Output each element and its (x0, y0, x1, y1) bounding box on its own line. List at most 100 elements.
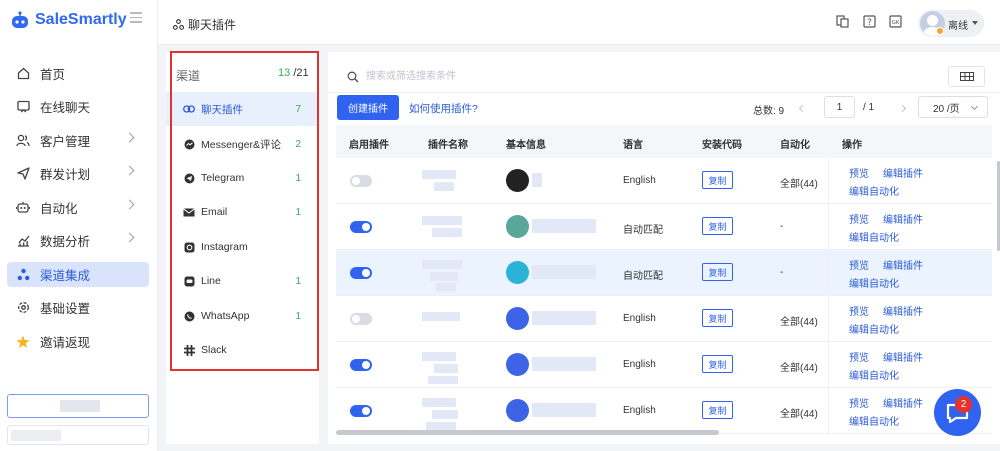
basic-info-redacted (532, 265, 596, 279)
plugin-avatar (506, 353, 529, 376)
nav-item-home[interactable]: 首页 (7, 61, 149, 86)
enable-toggle[interactable] (350, 267, 372, 279)
enable-toggle[interactable] (350, 359, 372, 371)
nav-label: 邀请返现 (40, 336, 91, 350)
menu-collapse-icon[interactable] (130, 12, 142, 23)
nav-item-chat[interactable]: 在线聊天 (7, 94, 149, 119)
channel-item-slack[interactable]: Slack (166, 333, 319, 367)
logo-text: SaleSmartly (35, 11, 127, 28)
page-number-input[interactable]: 1 (824, 96, 855, 118)
preview-link[interactable]: 预览 (849, 211, 869, 226)
nav-label: 数据分析 (40, 235, 91, 249)
nav-label: 在线聊天 (40, 101, 91, 115)
chat-widget-button[interactable] (934, 389, 981, 436)
edit-plugin-link[interactable]: 编辑插件 (883, 395, 923, 410)
chart-icon (16, 234, 30, 248)
row-actions: 预览 编辑插件编辑自动化 (828, 342, 992, 388)
basic-info-redacted (532, 173, 542, 187)
enable-toggle[interactable] (350, 175, 372, 187)
copy-code-button[interactable]: 复制 (702, 355, 733, 373)
page-size-select[interactable]: 20 /页 (918, 96, 988, 118)
plugin-avatar (506, 215, 529, 238)
channel-item-instagram[interactable]: Instagram (166, 230, 319, 264)
edit-automation-link[interactable]: 编辑自动化 (849, 229, 899, 244)
channel-count-badge: 1 (295, 172, 301, 184)
col-name: 插件名称 (428, 140, 468, 151)
edit-automation-link[interactable]: 编辑自动化 (849, 183, 899, 198)
edit-plugin-link[interactable]: 编辑插件 (883, 349, 923, 364)
send-icon (16, 167, 30, 181)
link-icon (183, 103, 195, 115)
preview-link[interactable]: 预览 (849, 395, 869, 410)
top-header: 聊天插件 ? GK 离线 (158, 0, 1000, 45)
edit-plugin-link[interactable]: 编辑插件 (883, 165, 923, 180)
table-header: 启用插件 插件名称 基本信息 语言 安装代码 自动化 操作 (336, 125, 992, 158)
enable-toggle[interactable] (350, 313, 372, 325)
preview-link[interactable]: 预览 (849, 303, 869, 318)
edit-automation-link[interactable]: 编辑自动化 (849, 367, 899, 382)
logo[interactable]: SaleSmartly (10, 9, 127, 31)
horizontal-scrollbar[interactable] (336, 430, 719, 435)
preview-link[interactable]: 预览 (849, 349, 869, 364)
channel-item-line[interactable]: Line 1 (166, 264, 319, 298)
channel-count: 13 /21 (278, 67, 309, 79)
user-menu[interactable]: 离线 (918, 10, 984, 37)
plugin-name-redacted (422, 260, 462, 269)
channel-item-telegram[interactable]: Telegram 1 (166, 161, 319, 195)
prev-page-icon[interactable] (798, 104, 807, 113)
search-input[interactable] (366, 66, 666, 86)
nav-item-integrations[interactable]: 渠道集成 (7, 262, 149, 287)
channel-label: Messenger&评论 (201, 138, 281, 151)
plugin-name-redacted (426, 422, 456, 430)
how-to-use-link[interactable]: 如何使用插件? (409, 101, 478, 116)
preview-link[interactable]: 预览 (849, 257, 869, 272)
channel-item-chat-plugin[interactable]: 聊天插件 7 (166, 92, 319, 126)
users-icon (16, 134, 30, 148)
copy-code-button[interactable]: 复制 (702, 171, 733, 189)
create-plugin-button[interactable]: 创建插件 (337, 95, 399, 120)
messenger-icon (183, 138, 195, 150)
integration-icon (16, 268, 30, 282)
copy-code-button[interactable]: 复制 (702, 217, 733, 235)
enable-toggle[interactable] (350, 405, 372, 417)
edit-plugin-link[interactable]: 编辑插件 (883, 211, 923, 226)
ai-icon[interactable]: GK (889, 15, 902, 28)
edit-plugin-link[interactable]: 编辑插件 (883, 303, 923, 318)
nav-item-analytics[interactable]: 数据分析 (7, 228, 149, 253)
language-value: English (623, 359, 656, 370)
workspace-selector[interactable] (7, 394, 149, 418)
nav-label: 客户管理 (40, 135, 91, 149)
channel-item-whatsapp[interactable]: WhatsApp 1 (166, 299, 319, 333)
next-page-icon[interactable] (898, 104, 907, 113)
table-row: 自动匹配 复制 - 预览 编辑插件 编辑自动化 (336, 204, 992, 250)
account-info[interactable] (7, 425, 149, 445)
column-settings-button[interactable] (948, 66, 985, 87)
edit-plugin-link[interactable]: 编辑插件 (883, 257, 923, 272)
copy-code-button[interactable]: 复制 (702, 263, 733, 281)
automation-value: 全部(44) (780, 409, 818, 420)
edit-automation-link[interactable]: 编辑自动化 (849, 275, 899, 290)
nav-item-settings[interactable]: 基础设置 (7, 295, 149, 320)
copy-code-button[interactable]: 复制 (702, 309, 733, 327)
edit-automation-link[interactable]: 编辑自动化 (849, 413, 899, 428)
channel-item-messenger[interactable]: Messenger&评论 2 (166, 127, 319, 161)
row-actions: 预览 编辑插件编辑自动化 (828, 250, 992, 296)
channel-panel: 渠道 13 /21 聊天插件 7 Messenger&评论 2 Telegram… (166, 52, 319, 444)
table-row: English 复制 全部(44) 预览 编辑插件 编辑自动化 (336, 388, 992, 434)
channel-label: Instagram (201, 241, 248, 253)
preview-link[interactable]: 预览 (849, 165, 869, 180)
copy-code-button[interactable]: 复制 (702, 401, 733, 419)
nav-item-automation[interactable]: 自动化 (7, 195, 149, 220)
nav-item-customers[interactable]: 客户管理 (7, 128, 149, 153)
nav-item-broadcast[interactable]: 群发计划 (7, 161, 149, 186)
nav-label: 基础设置 (40, 302, 91, 316)
edit-automation-link[interactable]: 编辑自动化 (849, 321, 899, 336)
chevron-right-icon (124, 132, 135, 143)
plugin-name-redacted (432, 228, 462, 237)
help-icon[interactable]: ? (863, 15, 876, 28)
enable-toggle[interactable] (350, 221, 372, 233)
channel-item-email[interactable]: Email 1 (166, 195, 319, 229)
copy-docs-icon[interactable] (836, 15, 849, 28)
plugin-avatar (506, 169, 529, 192)
nav-item-referral[interactable]: 邀请返现 (7, 329, 149, 354)
